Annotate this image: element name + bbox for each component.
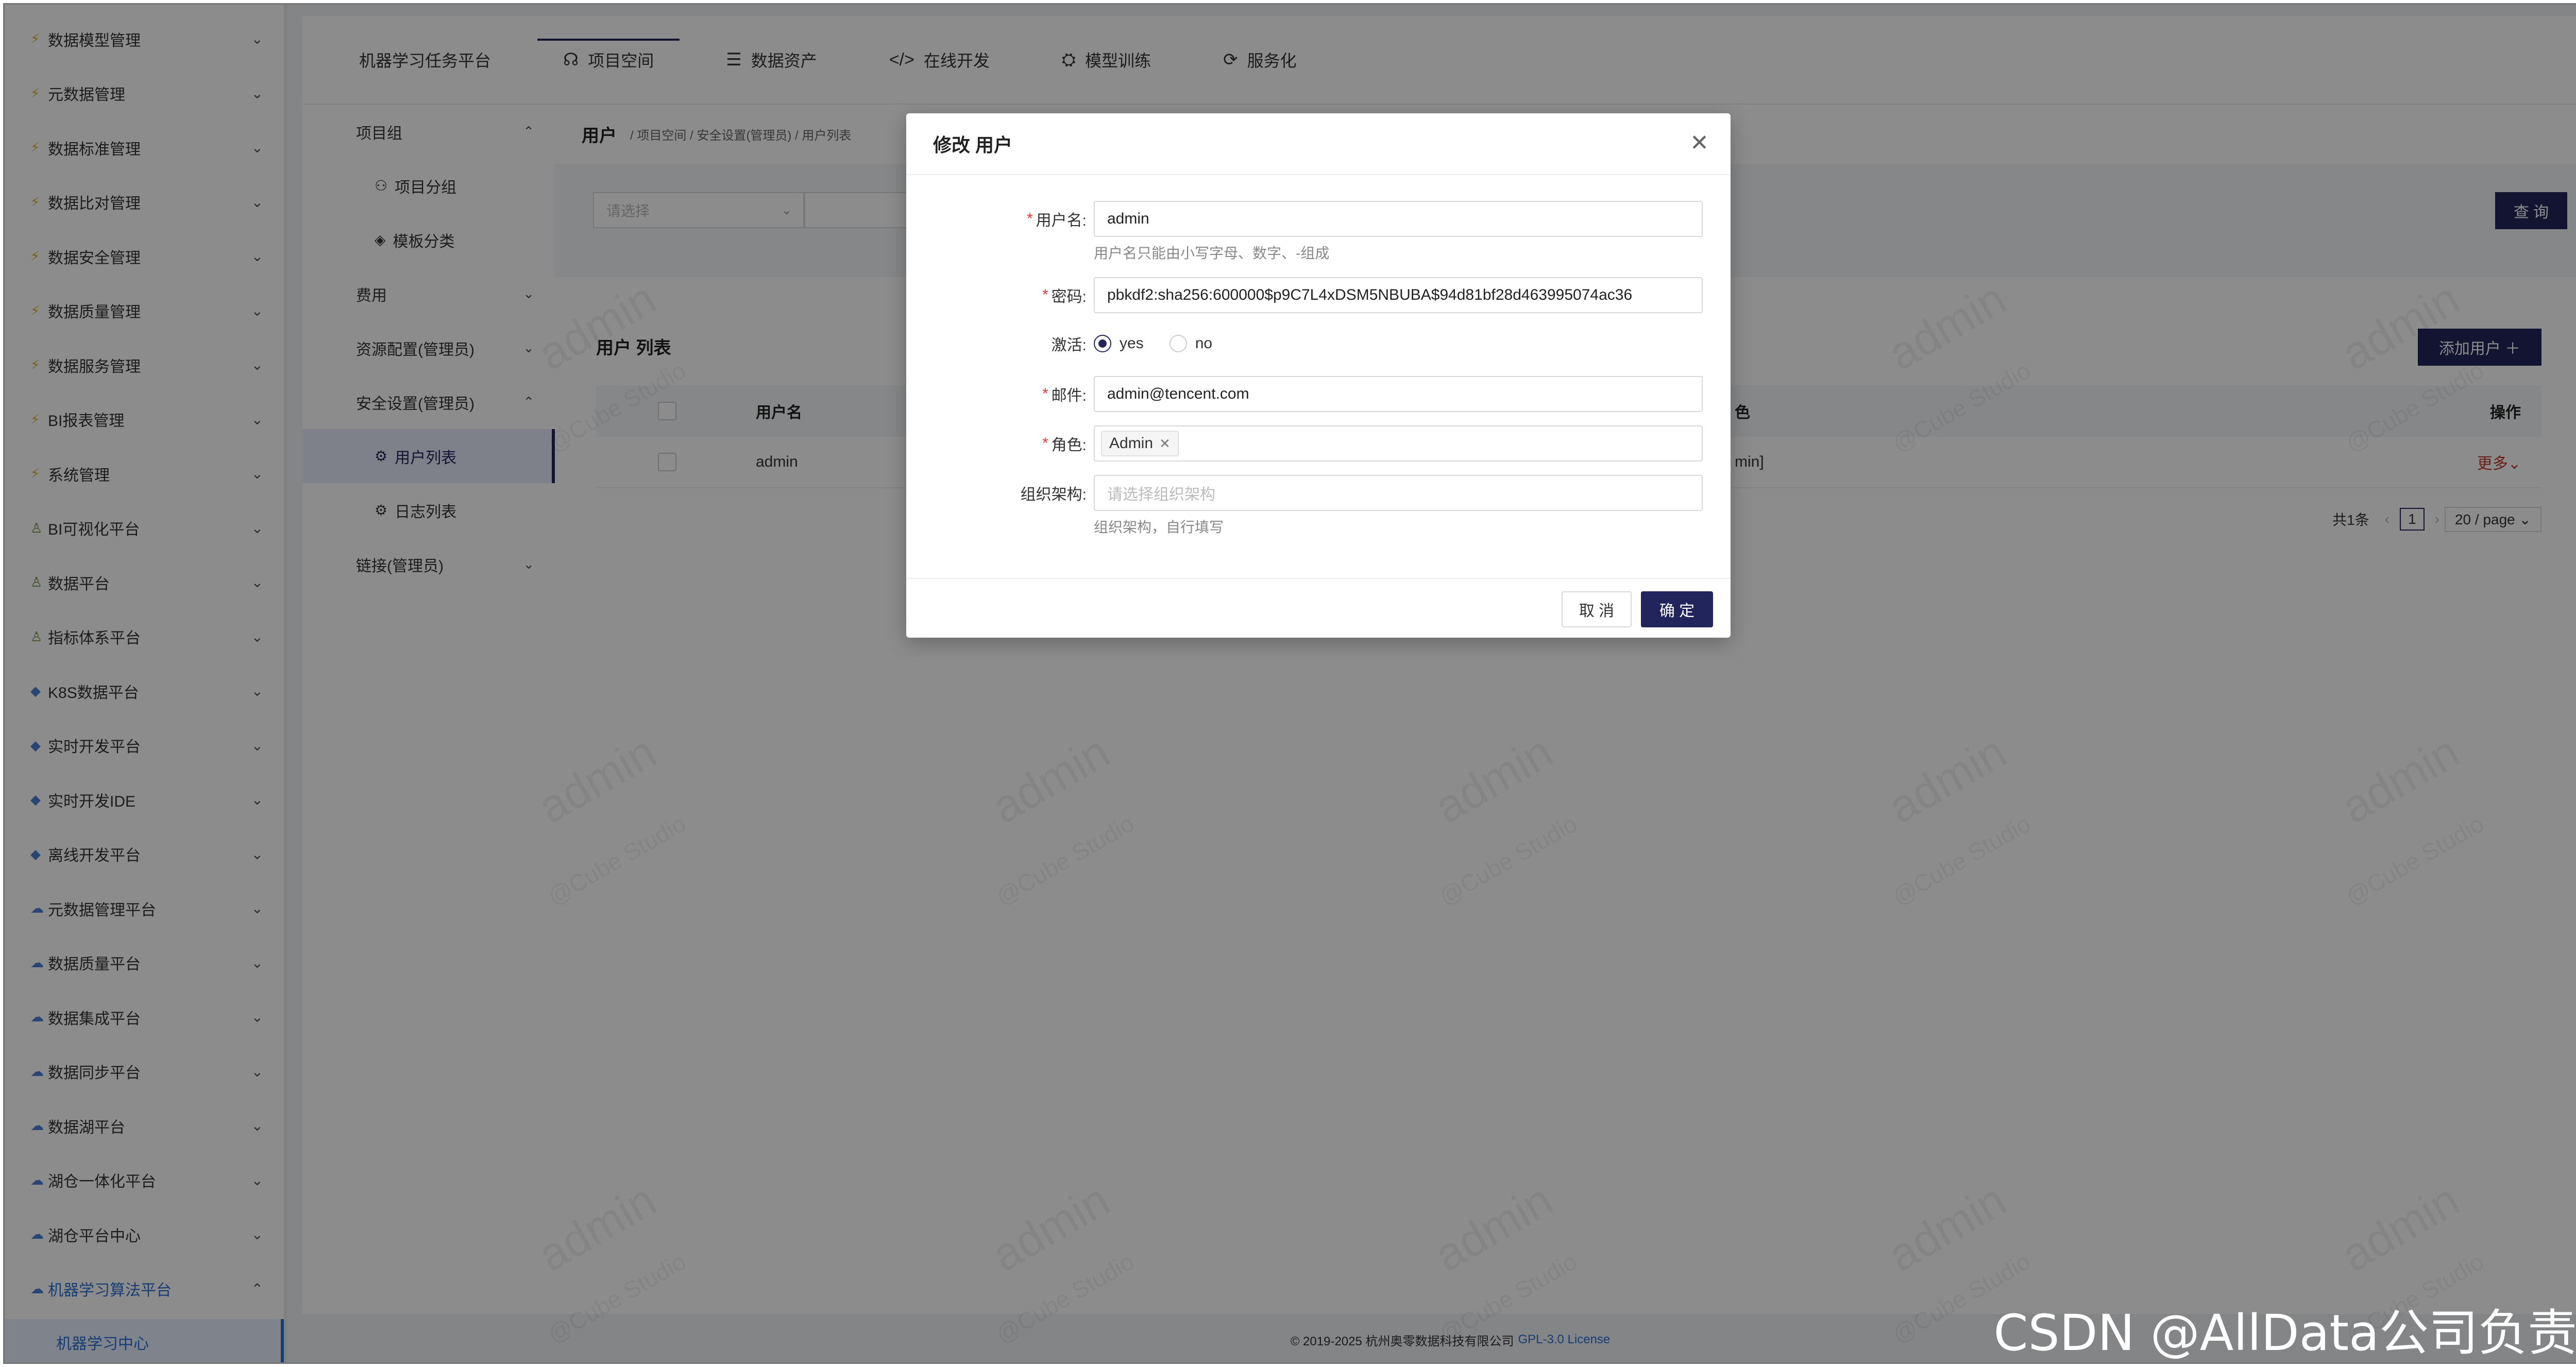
role-select[interactable]: Admin ✕ (1094, 425, 1703, 462)
close-icon[interactable]: ✕ (1690, 132, 1709, 155)
username-help: 用户名只能由小写字母、数字、-组成 (1094, 245, 1330, 261)
active-no-radio[interactable] (1169, 335, 1187, 352)
active-yes-label: yes (1120, 335, 1144, 352)
required-mark: * (1026, 210, 1033, 227)
required-mark: * (1042, 435, 1048, 452)
modal-header: 修改 用户 ✕ (906, 113, 1731, 175)
cancel-button[interactable]: 取 消 (1562, 591, 1632, 627)
org-help: 组织架构，自行填写 (1094, 519, 1224, 535)
password-label: * 密码: (1042, 277, 1087, 313)
org-field[interactable]: 请选择组织架构 (1094, 475, 1703, 511)
close-icon[interactable]: ✕ (1159, 436, 1171, 452)
org-label: 组织架构: (1020, 486, 1087, 503)
active-yes-radio[interactable] (1094, 335, 1111, 352)
modal-title: 修改 用户 (933, 134, 1013, 156)
active-label: 激活: (1051, 337, 1087, 354)
active-radio-group: yes no (1094, 326, 1212, 362)
email-label-text: 邮件: (1051, 387, 1087, 404)
edit-user-modal: 修改 用户 ✕ * 用户名: admin 用户名只能由小写字母、数字、-组成 *… (906, 113, 1731, 638)
required-mark: * (1042, 385, 1048, 402)
username-label: * 用户名: (1027, 201, 1087, 237)
role-label-text: 角色: (1051, 437, 1087, 454)
active-no-label: no (1195, 335, 1213, 352)
password-field[interactable]: pbkdf2:sha256:600000$p9C7L4xDSM5NBUBA$94… (1094, 277, 1703, 313)
email-label: * 邮件: (1042, 376, 1087, 412)
username-field[interactable]: admin (1094, 201, 1703, 237)
username-label-text: 用户名: (1036, 212, 1087, 229)
required-mark: * (1042, 286, 1048, 303)
confirm-button[interactable]: 确 定 (1641, 591, 1713, 627)
role-label: * 角色: (1042, 425, 1087, 462)
csdn-watermark: CSDN @AllData公司负责人 (1993, 1304, 2576, 1362)
modal-footer: 取 消 确 定 (906, 578, 1731, 638)
email-field[interactable]: admin@tencent.com (1094, 376, 1703, 412)
password-label-text: 密码: (1051, 288, 1087, 305)
role-tag: Admin ✕ (1101, 431, 1179, 456)
role-tag-label: Admin (1109, 435, 1154, 452)
